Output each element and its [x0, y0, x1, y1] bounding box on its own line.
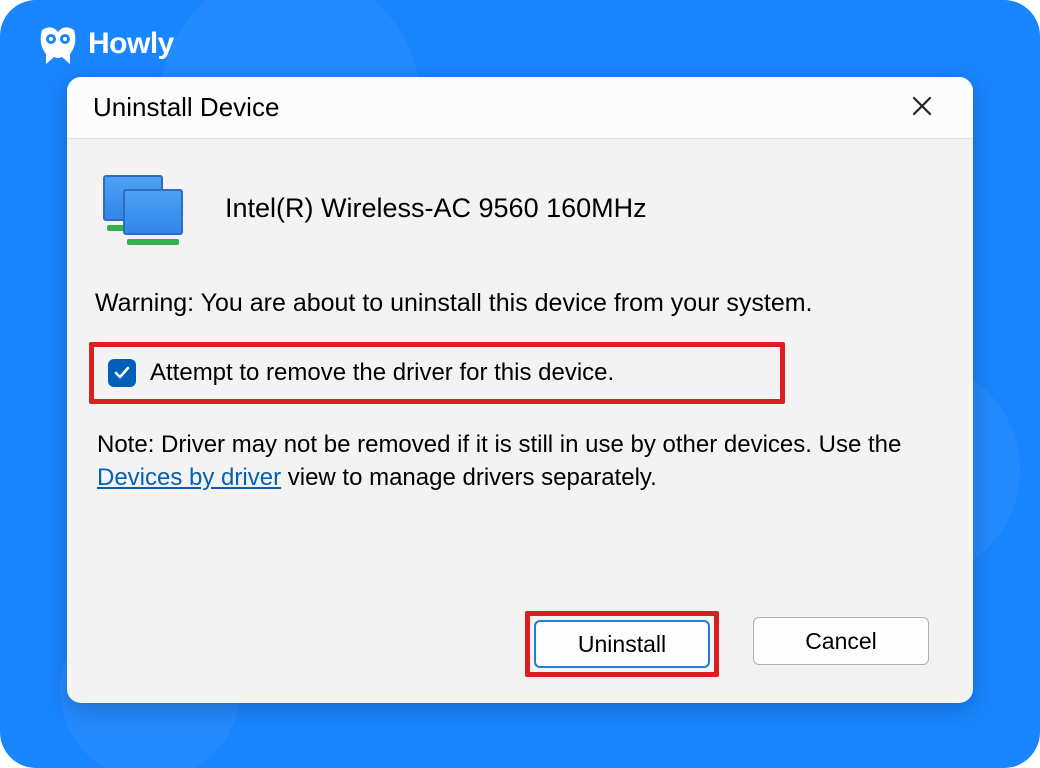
brand-logo: Howly: [38, 24, 174, 64]
warning-text: Warning: You are about to uninstall this…: [95, 287, 945, 320]
network-adapter-icon: [99, 173, 191, 243]
close-button[interactable]: [897, 88, 947, 128]
remove-driver-row[interactable]: Attempt to remove the driver for this de…: [108, 359, 766, 387]
dialog-titlebar: Uninstall Device: [67, 77, 973, 139]
note-suffix: view to manage drivers separately.: [281, 464, 657, 491]
dialog-title: Uninstall Device: [93, 92, 897, 123]
cancel-wrap: Cancel: [747, 611, 935, 677]
remove-driver-label: Attempt to remove the driver for this de…: [150, 359, 614, 387]
highlight-uninstall-button: Uninstall: [525, 611, 719, 677]
dialog-body: Intel(R) Wireless-AC 9560 160MHz Warning…: [67, 139, 973, 703]
dialog-footer: Uninstall Cancel: [95, 585, 945, 681]
device-row: Intel(R) Wireless-AC 9560 160MHz: [95, 167, 945, 271]
uninstall-button[interactable]: Uninstall: [534, 620, 710, 668]
devices-by-driver-link[interactable]: Devices by driver: [97, 464, 281, 491]
highlight-remove-driver: Attempt to remove the driver for this de…: [89, 342, 785, 404]
brand-name: Howly: [88, 27, 174, 61]
uninstall-device-dialog: Uninstall Device Intel(R) Wireless-AC 95…: [67, 77, 973, 703]
note-text: Note: Driver may not be removed if it is…: [97, 428, 933, 494]
owl-icon: [38, 24, 78, 64]
device-name: Intel(R) Wireless-AC 9560 160MHz: [225, 193, 647, 224]
note-prefix: Note: Driver may not be removed if it is…: [97, 431, 901, 458]
remove-driver-checkbox[interactable]: [108, 359, 136, 387]
cancel-button[interactable]: Cancel: [753, 617, 929, 665]
screenshot-canvas: Howly Uninstall Device Intel(R) Wireless…: [0, 0, 1040, 768]
